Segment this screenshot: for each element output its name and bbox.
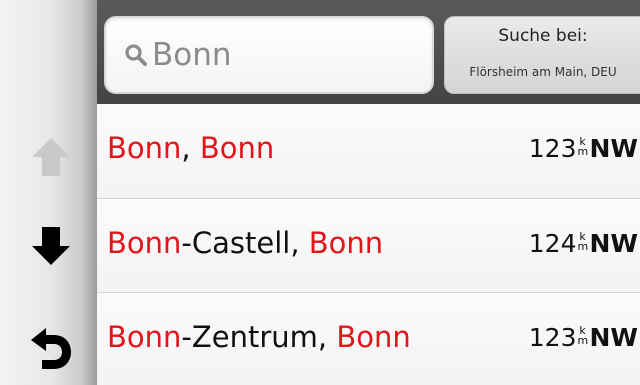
result-match: Bonn xyxy=(107,320,182,354)
result-distance: 123 k m NW xyxy=(529,136,638,161)
result-distance: 123 k m NW xyxy=(529,325,638,350)
result-distance: 124 k m NW xyxy=(529,231,638,256)
search-query: Bonn xyxy=(152,36,232,73)
result-row[interactable]: Bonn-Castell, Bonn 124 k m NW xyxy=(97,198,640,292)
result-match: Bonn xyxy=(107,131,182,165)
navigation-rail xyxy=(0,0,97,385)
search-input[interactable]: Bonn xyxy=(104,16,434,94)
distance-value: 123 xyxy=(528,323,577,352)
result-match: Bonn xyxy=(107,226,182,260)
direction: NW xyxy=(589,323,639,352)
result-match: Bonn xyxy=(199,131,275,165)
arrow-down-icon xyxy=(32,227,70,265)
direction: NW xyxy=(589,134,639,163)
distance-unit: km xyxy=(577,135,589,158)
arrow-up-icon xyxy=(32,138,70,176)
result-match: Bonn xyxy=(336,320,411,354)
direction: NW xyxy=(589,229,639,258)
distance-unit: km xyxy=(577,324,589,347)
result-name-text: -Zentrum, xyxy=(181,320,337,354)
search-icon xyxy=(124,42,148,68)
back-icon xyxy=(31,328,71,369)
distance-value: 124 xyxy=(528,229,577,258)
search-near-label: Suche bei: xyxy=(498,26,588,46)
search-near-button[interactable]: Suche bei: Flörsheim am Main, DEU xyxy=(444,16,640,94)
result-name: Bonn-Zentrum, Bonn xyxy=(107,323,411,352)
search-near-location: Flörsheim am Main, DEU xyxy=(469,65,617,79)
distance-unit: km xyxy=(577,230,589,253)
result-match: Bonn xyxy=(308,226,384,260)
scroll-down-button[interactable] xyxy=(22,217,80,275)
result-row[interactable]: Bonn, Bonn 123 k m NW xyxy=(97,104,640,198)
result-name: Bonn-Castell, Bonn xyxy=(107,229,383,258)
result-row[interactable]: Bonn-Zentrum, Bonn 123 k m NW xyxy=(97,292,640,385)
result-name-text: , xyxy=(181,131,200,165)
results-list: Bonn, Bonn 123 k m NW Bonn-Castell, Bonn 12… xyxy=(97,104,640,385)
distance-value: 123 xyxy=(528,134,577,163)
scroll-up-button[interactable] xyxy=(22,128,80,186)
result-name-text: -Castell, xyxy=(181,226,309,260)
result-name: Bonn, Bonn xyxy=(107,134,274,163)
back-button[interactable] xyxy=(22,320,80,378)
